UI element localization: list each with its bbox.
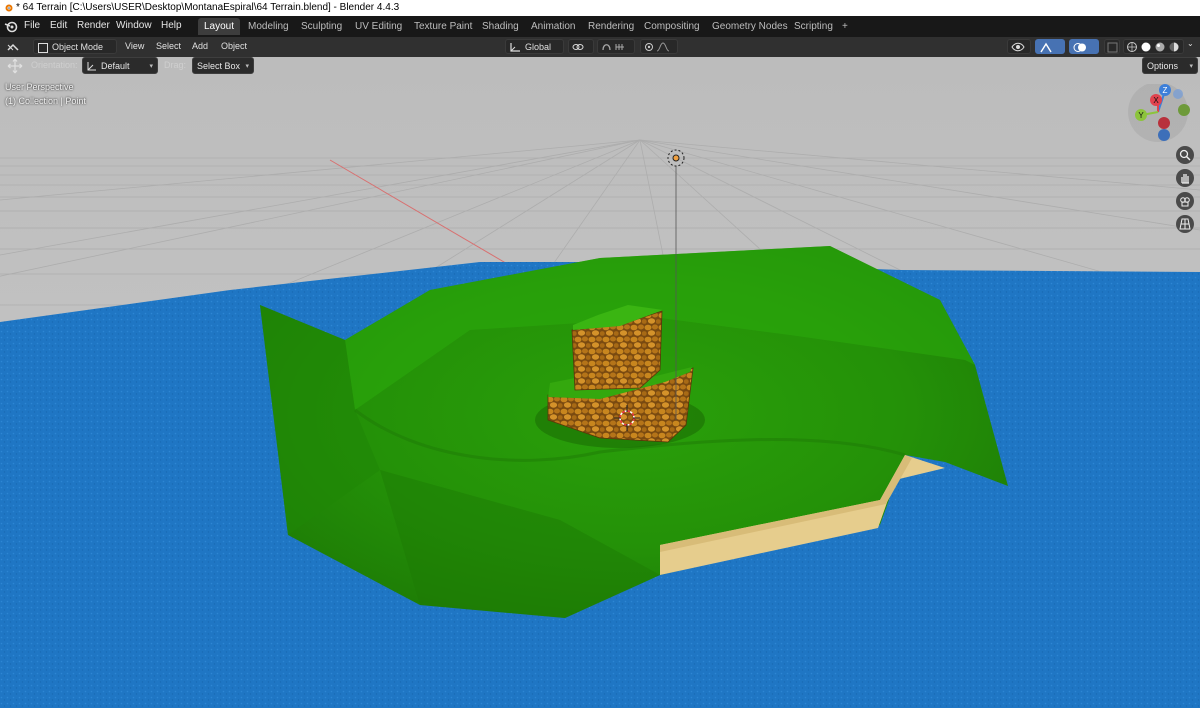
header-menu-object[interactable]: Object bbox=[221, 41, 247, 51]
tab-uv-editing[interactable]: UV Editing bbox=[349, 18, 408, 35]
blender-logo-icon bbox=[5, 4, 13, 12]
chevron-down-icon: ▾ bbox=[149, 63, 153, 70]
header-menu-view[interactable]: View bbox=[125, 41, 144, 51]
gizmo-x-label: X bbox=[1153, 96, 1159, 105]
view-name-label: User Perspective bbox=[5, 82, 74, 92]
chevron-down-icon: ▾ bbox=[245, 63, 249, 70]
orientation-dropdown[interactable]: Default ▾ bbox=[82, 57, 158, 74]
editor-type-icon[interactable] bbox=[5, 39, 21, 55]
tab-shading[interactable]: Shading bbox=[476, 18, 525, 35]
gizmo-toggle-button[interactable] bbox=[1035, 39, 1065, 54]
xray-icon bbox=[1107, 42, 1118, 53]
top-menubar: File Edit Render Window Help Layout Mode… bbox=[0, 16, 1200, 37]
drag-value: Select Box bbox=[197, 61, 241, 71]
header-menu-select[interactable]: Select bbox=[156, 41, 181, 51]
overlays-toggle-button[interactable] bbox=[1069, 39, 1099, 54]
tab-rendering[interactable]: Rendering bbox=[582, 18, 640, 35]
tab-geometry-nodes[interactable]: Geometry Nodes bbox=[706, 18, 794, 35]
window-titlebar: * 64 Terrain [C:\Users\USER\Desktop\Mont… bbox=[0, 0, 1200, 16]
menu-help[interactable]: Help bbox=[161, 20, 182, 31]
options-label: Options bbox=[1147, 61, 1179, 71]
hand-icon bbox=[1181, 174, 1189, 184]
gizmo-y-label: Y bbox=[1138, 111, 1144, 120]
orientation-value: Default bbox=[101, 61, 130, 71]
snap-icon bbox=[602, 44, 624, 51]
viewport-header: Object Mode View Select Add Object Globa… bbox=[0, 37, 1200, 58]
shading-mode-group[interactable] bbox=[1123, 39, 1184, 54]
chevron-down-icon: ▾ bbox=[1189, 63, 1193, 70]
navigation-gizmo[interactable]: Z X Y bbox=[1128, 84, 1196, 146]
magnifier-icon bbox=[1179, 149, 1191, 161]
tab-sculpting[interactable]: Sculpting bbox=[295, 18, 348, 35]
tab-animation[interactable]: Animation bbox=[525, 18, 581, 35]
shading-options-chevron-icon[interactable]: ⌄ bbox=[1187, 39, 1194, 48]
mode-dropdown[interactable]: Object Mode bbox=[33, 39, 117, 54]
zoom-button[interactable] bbox=[1176, 146, 1194, 164]
eye-icon bbox=[1011, 42, 1025, 52]
link-icon bbox=[572, 44, 584, 50]
tool-settings-header: Orientation: Default ▾ Drag: Select Box … bbox=[0, 57, 1200, 75]
window-title: * 64 Terrain [C:\Users\USER\Desktop\Mont… bbox=[16, 2, 400, 13]
viewport-scene[interactable] bbox=[0, 57, 1200, 708]
tab-layout[interactable]: Layout bbox=[198, 18, 241, 35]
transform-orientation-label: Global bbox=[525, 42, 552, 52]
visibility-button[interactable] bbox=[1007, 39, 1031, 54]
menu-file[interactable]: File bbox=[24, 20, 40, 31]
options-dropdown[interactable]: Options ▾ bbox=[1142, 57, 1198, 74]
transform-orientation-dropdown[interactable]: Global bbox=[505, 39, 564, 54]
menu-edit[interactable]: Edit bbox=[50, 20, 67, 31]
xray-toggle-button[interactable] bbox=[1104, 39, 1120, 54]
proportional-icon bbox=[645, 42, 670, 52]
mode-label: Object Mode bbox=[52, 42, 104, 52]
move-tool-icon[interactable] bbox=[7, 58, 23, 74]
drag-dropdown[interactable]: Select Box ▾ bbox=[192, 57, 254, 74]
orientation-default-icon bbox=[87, 62, 96, 71]
tab-texture-paint[interactable]: Texture Paint bbox=[408, 18, 478, 35]
pivot-point-button[interactable] bbox=[568, 39, 594, 54]
tab-compositing[interactable]: Compositing bbox=[638, 18, 706, 35]
tab-scripting[interactable]: Scripting bbox=[788, 18, 839, 35]
tab-modeling[interactable]: Modeling bbox=[242, 18, 295, 35]
proportional-editing-button[interactable] bbox=[640, 39, 678, 54]
snapping-button[interactable] bbox=[597, 39, 635, 54]
camera-icon bbox=[1180, 197, 1190, 207]
collection-info-label: (1) Collection | Point bbox=[5, 96, 86, 106]
pan-button[interactable] bbox=[1176, 169, 1194, 187]
header-menu-add[interactable]: Add bbox=[192, 41, 208, 51]
overlays-icon bbox=[1073, 43, 1086, 52]
menu-render[interactable]: Render bbox=[77, 20, 110, 31]
object-mode-icon bbox=[38, 43, 48, 53]
gizmo-icon bbox=[1040, 42, 1052, 53]
menu-window[interactable]: Window bbox=[116, 20, 152, 31]
drag-label: Drag: bbox=[164, 60, 187, 70]
grid-perspective-icon bbox=[1179, 218, 1191, 230]
shading-modes-icon bbox=[1127, 42, 1179, 52]
orientation-label: Orientation: bbox=[31, 60, 78, 70]
camera-view-button[interactable] bbox=[1176, 192, 1194, 210]
3d-viewport[interactable]: Z X Y User Perspective (1) Collection | … bbox=[0, 57, 1200, 708]
blender-menu-icon[interactable] bbox=[4, 20, 18, 34]
gizmo-z-label: Z bbox=[1163, 86, 1168, 95]
orientation-axes-icon bbox=[510, 43, 520, 52]
add-workspace-button[interactable]: + bbox=[836, 18, 854, 35]
perspective-toggle-button[interactable] bbox=[1176, 215, 1194, 233]
